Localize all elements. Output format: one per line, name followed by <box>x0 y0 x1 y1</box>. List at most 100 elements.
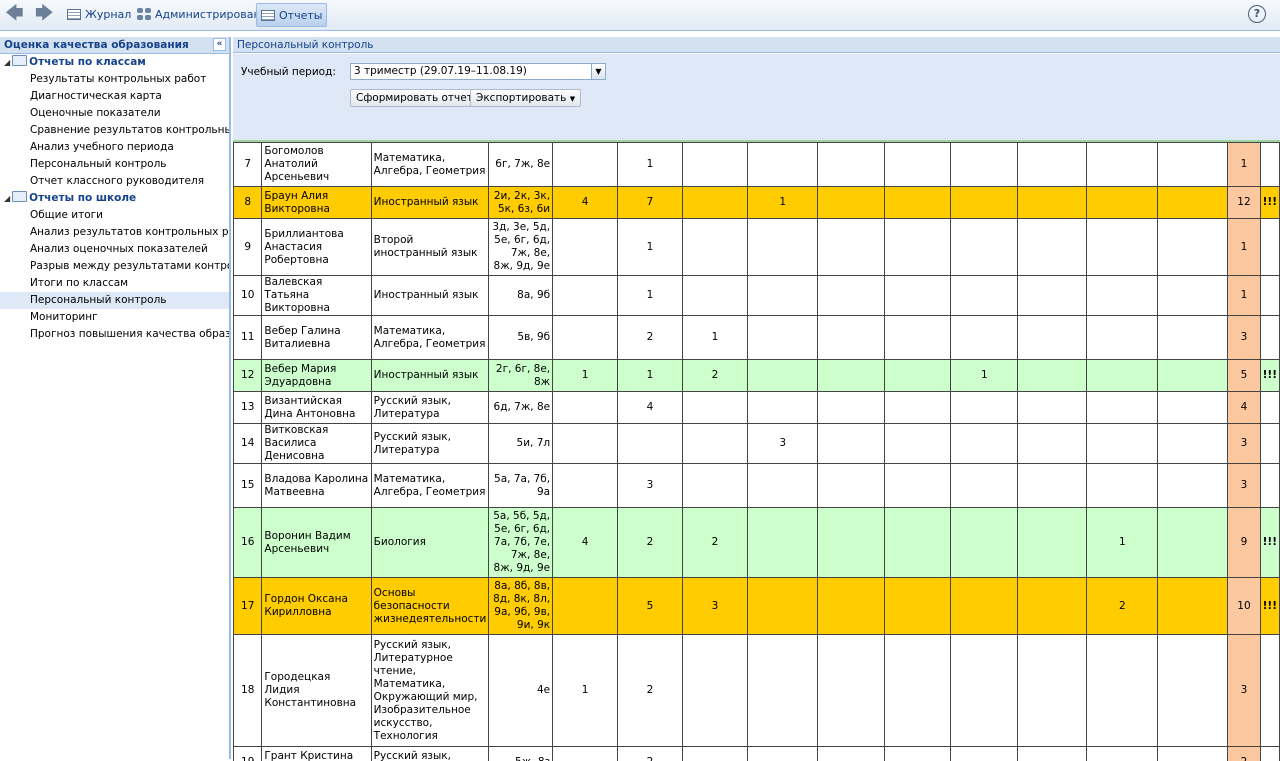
value-cell <box>1018 508 1087 578</box>
value-cell <box>1018 360 1087 392</box>
tree-item[interactable]: Анализ оценочных показателей <box>0 241 229 258</box>
export-button[interactable]: Экспортировать ▼ <box>470 89 581 107</box>
tree-group-classes[interactable]: ◢ Отчеты по классам <box>0 54 229 71</box>
total-cell: 3 <box>1228 635 1260 747</box>
table-row: 11Вебер Галина ВиталиевнаМатематика, Алг… <box>234 316 1280 360</box>
table-row: 9Бриллиантова Анастасия РобертовнаВторой… <box>234 219 1280 276</box>
table-row: 16Воронин Вадим АрсеньевичБиология5а, 5б… <box>234 508 1280 578</box>
value-cell <box>818 635 884 747</box>
value-cell <box>951 187 1018 219</box>
value-cell: 3 <box>747 424 818 464</box>
tree-item[interactable]: Мониторинг <box>0 309 229 326</box>
sidebar-title: Оценка качества образования <box>4 39 189 51</box>
forward-arrow-icon[interactable]: 🡆 <box>35 4 54 24</box>
total-cell: 4 <box>1228 392 1260 424</box>
tree-group-school[interactable]: ◢Отчеты по школе <box>0 190 229 207</box>
period-select[interactable]: 3 триместр (29.07.19–11.08.19) ▼ <box>350 63 606 80</box>
panel-title: Персональный контроль <box>233 37 1280 53</box>
value-cell: 1 <box>951 360 1018 392</box>
classes: 8а, 9б <box>489 276 553 316</box>
reports-button[interactable]: Отчеты <box>256 3 327 27</box>
tree-item[interactable]: Результаты контрольных работ <box>0 71 229 88</box>
tree-group-label: Отчеты по классам <box>29 56 146 68</box>
grid-icon <box>261 10 275 21</box>
build-report-button[interactable]: Сформировать отчет <box>350 89 479 107</box>
value-cell <box>1087 635 1158 747</box>
tree-item[interactable]: Оценочные показатели <box>0 105 229 122</box>
filter-panel: Учебный период: 3 триместр (29.07.19–11.… <box>233 54 1280 140</box>
journal-button[interactable]: Журнал <box>67 3 131 25</box>
total-cell: 1 <box>1228 143 1260 187</box>
value-cell <box>818 508 884 578</box>
teacher-name: Валевская Татьяна Викторовна <box>262 276 371 316</box>
classes: 4е <box>489 635 553 747</box>
subject: Математика, Алгебра, Геометрия <box>371 143 489 187</box>
value-cell <box>553 219 618 276</box>
help-icon[interactable]: ? <box>1248 5 1266 23</box>
classes: 2г, 6г, 8е, 8ж <box>489 360 553 392</box>
value-cell <box>951 424 1018 464</box>
value-cell: 3 <box>682 578 747 635</box>
teacher-name: Византийская Дина Антоновна <box>262 392 371 424</box>
value-cell: 1 <box>553 635 618 747</box>
collapse-icon[interactable]: « <box>213 38 226 51</box>
flag-cell: !!! <box>1260 360 1279 392</box>
value-cell: 5 <box>618 578 683 635</box>
value-cell <box>1158 316 1228 360</box>
tree-item[interactable]: Прогноз повышения качества образования <box>0 326 229 343</box>
tree-item[interactable]: Диагностическая карта <box>0 88 229 105</box>
subject: Русский язык, Литература <box>371 424 489 464</box>
value-cell <box>884 276 950 316</box>
tree-item[interactable]: Анализ результатов контрольных работ <box>0 224 229 241</box>
flag-cell <box>1260 392 1279 424</box>
total-cell: 10 <box>1228 578 1260 635</box>
total-cell: 3 <box>1228 464 1260 508</box>
table-row: 12Вебер Мария ЭдуардовнаИностранный язык… <box>234 360 1280 392</box>
subject: Основы безопасности жизнедеятельности <box>371 578 489 635</box>
tree-item[interactable]: Общие итоги <box>0 207 229 224</box>
value-cell <box>747 578 818 635</box>
value-cell <box>818 578 884 635</box>
expand-arrow-icon[interactable]: ◢ <box>4 58 10 67</box>
expand-arrow-icon[interactable]: ◢ <box>4 194 10 203</box>
classes: 8а, 8б, 8в, 8д, 8к, 8л, 9а, 9б, 9в, 9и, … <box>489 578 553 635</box>
tree-item[interactable]: Персональный контроль <box>0 156 229 173</box>
total-cell: 1 <box>1228 276 1260 316</box>
value-cell: 4 <box>553 187 618 219</box>
classes: 5в, 9б <box>489 316 553 360</box>
subject: Математика, Алгебра, Геометрия <box>371 464 489 508</box>
tree-item[interactable]: Итоги по классам <box>0 275 229 292</box>
row-number: 9 <box>234 219 262 276</box>
chevron-down-icon[interactable]: ▼ <box>591 64 605 79</box>
tree-item[interactable]: Сравнение результатов контрольных работ <box>0 122 229 139</box>
teacher-name: Богомолов Анатолий Арсеньевич <box>262 143 371 187</box>
row-number: 8 <box>234 187 262 219</box>
row-number: 18 <box>234 635 262 747</box>
tree-item[interactable]: Разрыв между результатами контрольных ра… <box>0 258 229 275</box>
value-cell: 2 <box>618 635 683 747</box>
back-arrow-icon[interactable]: 🡄 <box>5 4 24 24</box>
teacher-name: Браун Алия Викторовна <box>262 187 371 219</box>
total-cell: 12 <box>1228 187 1260 219</box>
value-cell <box>747 276 818 316</box>
value-cell <box>1158 276 1228 316</box>
table-row: 13Византийская Дина АнтоновнаРусский язы… <box>234 392 1280 424</box>
report-tree: ◢ Отчеты по классам Результаты контрольных… <box>0 54 229 343</box>
admin-button[interactable]: Администрирование <box>137 3 275 25</box>
report-table: 7Богомолов Анатолий АрсеньевичМатематика… <box>233 142 1280 761</box>
subject: Иностранный язык <box>371 276 489 316</box>
value-cell: 2 <box>682 360 747 392</box>
value-cell <box>747 464 818 508</box>
value-cell <box>1158 424 1228 464</box>
value-cell <box>553 424 618 464</box>
value-cell <box>1087 464 1158 508</box>
value-cell <box>1087 276 1158 316</box>
tree-item[interactable]: Персональный контроль <box>0 292 229 309</box>
value-cell <box>1087 187 1158 219</box>
value-cell: 1 <box>618 219 683 276</box>
tree-item[interactable]: Анализ учебного периода <box>0 139 229 156</box>
value-cell <box>1158 578 1228 635</box>
grid-icon <box>67 9 81 20</box>
value-cell <box>747 143 818 187</box>
tree-item[interactable]: Отчет классного руководителя <box>0 173 229 190</box>
